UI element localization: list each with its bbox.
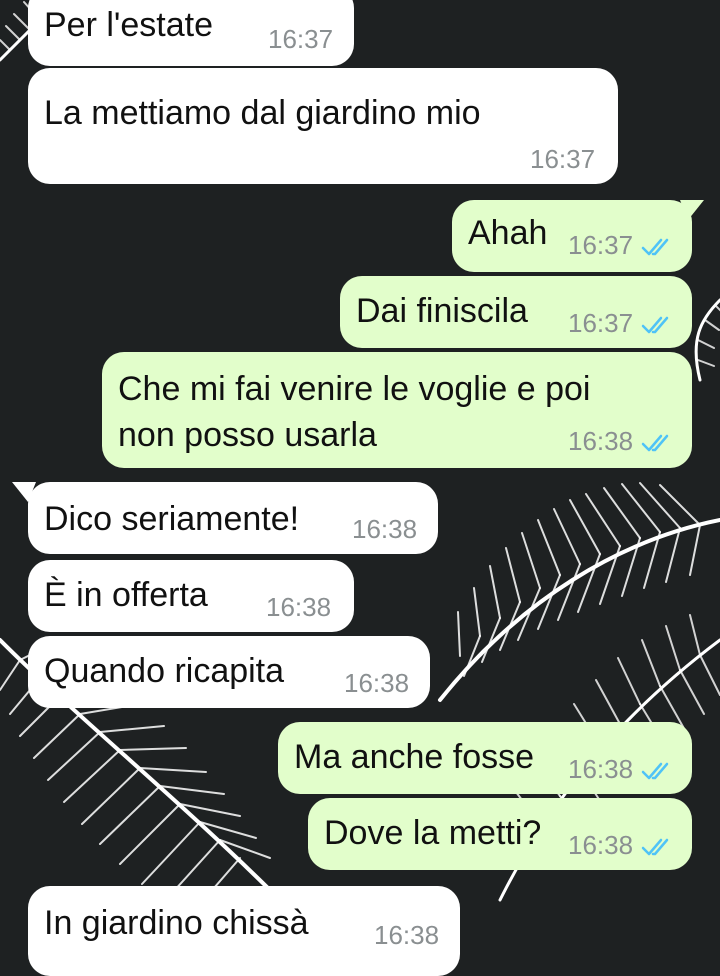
message-text-line: Dove la metti?: [324, 814, 542, 852]
incoming-message-bubble[interactable]: Per l'estate 16:37: [28, 0, 354, 66]
message-meta: 16:38: [568, 830, 671, 860]
message-meta: 16:37: [568, 230, 671, 260]
message-meta: 16:38: [266, 592, 331, 622]
message-text-line: È in offerta: [44, 576, 208, 614]
outgoing-message-bubble[interactable]: Ahah 16:37: [452, 200, 692, 272]
message-time: 16:37: [568, 308, 634, 338]
incoming-message-bubble[interactable]: Dico seriamente! 16:38: [28, 482, 438, 554]
message-text-line: Ma anche fosse: [294, 738, 535, 776]
message-text-line: Che mi fai venire le voglie e poi: [118, 370, 591, 408]
message-text-line: non posso usarla: [118, 416, 377, 454]
message-text-line: La mettiamo dal giardino mio: [44, 94, 481, 132]
incoming-message-bubble[interactable]: È in offerta 16:38: [28, 560, 354, 632]
message-text: Ahah: [468, 210, 547, 256]
message-text: Che mi fai venire le voglie e poi non pos…: [118, 366, 590, 458]
message-text: Per l'estate: [44, 2, 213, 48]
message-text: Ma anche fosse: [294, 734, 534, 780]
message-meta: 16:38: [374, 920, 439, 950]
double-check-icon: [641, 762, 669, 780]
message-meta: 16:38: [568, 426, 671, 456]
message-time: 16:38: [266, 592, 332, 622]
message-time: 16:38: [568, 426, 634, 456]
outgoing-message-bubble[interactable]: Dove la metti? 16:38: [308, 798, 692, 870]
outgoing-message-bubble[interactable]: Ma anche fosse 16:38: [278, 722, 692, 794]
double-check-icon: [641, 838, 669, 856]
message-text: È in offerta: [44, 572, 208, 618]
incoming-message-bubble[interactable]: In giardino chissà 16:38: [28, 886, 460, 976]
bubble-tail: [680, 200, 704, 220]
message-text: In giardino chissà: [44, 900, 309, 946]
message-text: Dico seriamente!: [44, 496, 299, 542]
message-text-line: Dai finiscila: [356, 292, 528, 330]
message-text: Quando ricapita: [44, 648, 284, 694]
message-text-line: Ahah: [468, 214, 548, 252]
message-time: 16:38: [374, 920, 440, 950]
message-meta: 16:37: [268, 24, 333, 54]
double-check-icon: [641, 434, 669, 452]
double-check-icon: [641, 238, 669, 256]
bubble-tail: [12, 482, 36, 502]
message-time: 16:38: [352, 514, 418, 544]
message-text-line: Per l'estate: [44, 6, 214, 44]
incoming-message-bubble[interactable]: Quando ricapita 16:38: [28, 636, 430, 708]
message-meta: 16:37: [530, 144, 595, 174]
message-time: 16:38: [344, 668, 410, 698]
message-text-line: In giardino chissà: [44, 904, 309, 942]
message-meta: 16:38: [344, 668, 409, 698]
outgoing-message-bubble[interactable]: Che mi fai venire le voglie e poi non pos…: [102, 352, 692, 468]
message-text: Dai finiscila: [356, 288, 528, 334]
outgoing-message-bubble[interactable]: Dai finiscila 16:37: [340, 276, 692, 348]
message-time: 16:38: [568, 830, 634, 860]
incoming-message-bubble[interactable]: La mettiamo dal giardino mio 16:37: [28, 68, 618, 184]
message-time: 16:37: [568, 230, 634, 260]
message-time: 16:37: [268, 24, 334, 54]
message-text: La mettiamo dal giardino mio: [44, 90, 481, 136]
message-meta: 16:37: [568, 308, 671, 338]
message-time: 16:37: [530, 144, 596, 174]
double-check-icon: [641, 316, 669, 334]
message-meta: 16:38: [352, 514, 417, 544]
message-meta: 16:38: [568, 754, 671, 784]
message-text: Dove la metti?: [324, 810, 541, 856]
message-time: 16:38: [568, 754, 634, 784]
message-text-line: Quando ricapita: [44, 652, 285, 690]
message-text-line: Dico seriamente!: [44, 500, 300, 538]
